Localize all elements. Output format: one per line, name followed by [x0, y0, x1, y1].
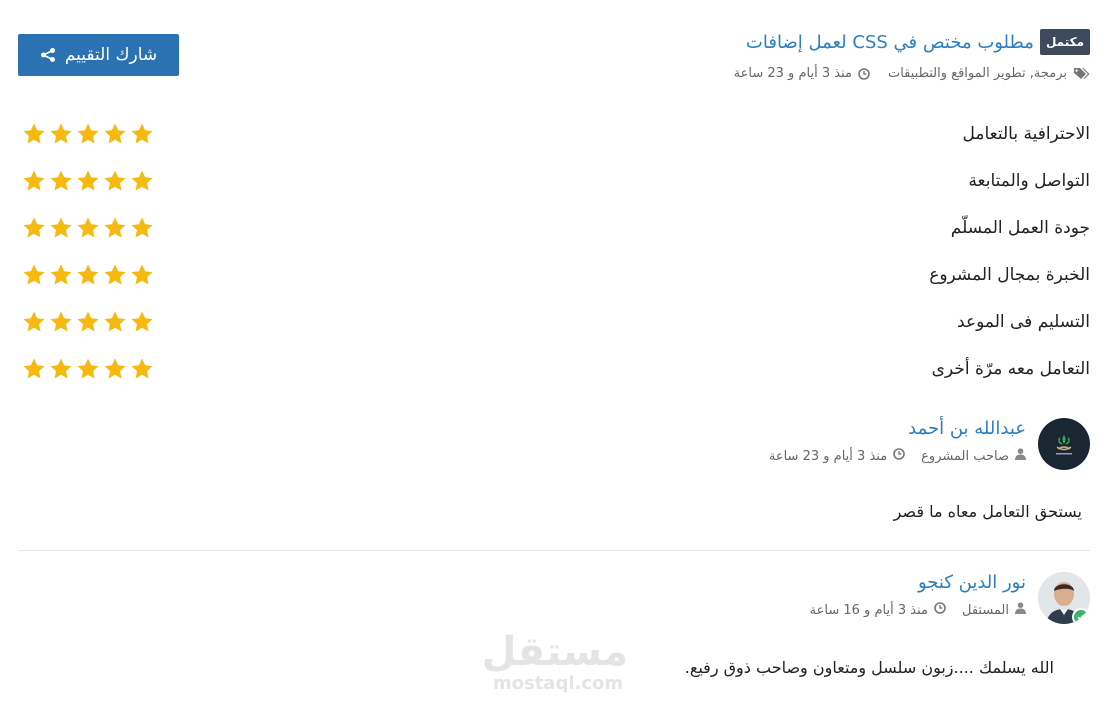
project-title-link[interactable]: مطلوب مختص في CSS لعمل إضافات [746, 32, 1034, 53]
comment-time: منذ 3 أيام و 23 ساعة [768, 448, 888, 464]
star-icon [50, 311, 72, 331]
share-rating-label: شارك التقييم [64, 45, 158, 65]
watermark-url: mostaql.com [492, 673, 624, 694]
star-icon [77, 170, 99, 190]
project-meta: برمجة, تطوير المواقع والتطبيقات منذ 3 أي… [390, 66, 1090, 81]
star-icon [77, 217, 99, 237]
star-icon [77, 264, 99, 284]
comment-text: يستحق التعامل معاه ما قصر [893, 502, 1082, 521]
user-icon [1015, 448, 1026, 464]
rating-row: الخبرة بمجال المشروع [18, 251, 1090, 298]
share-icon [40, 48, 55, 62]
rating-label: التعامل معه مرّة أخرى [931, 358, 1090, 379]
star-icon [23, 217, 45, 237]
rating-criteria: الاحترافية بالتعامل التواصل والمتابعة جو… [18, 110, 1090, 392]
star-icon [23, 123, 45, 143]
clock-icon [858, 67, 870, 80]
star-icon [77, 311, 99, 331]
rating-label: الاحترافية بالتعامل [962, 123, 1090, 144]
star-icon [23, 170, 45, 190]
star-rating [22, 357, 154, 381]
rating-row: التعامل معه مرّة أخرى [18, 345, 1090, 392]
star-icon [50, 217, 72, 237]
star-icon [23, 311, 45, 331]
star-icon [131, 123, 153, 143]
star-icon [131, 264, 153, 284]
star-icon [50, 358, 72, 378]
project-title-row: مكتمل مطلوب مختص في CSS لعمل إضافات [390, 28, 1090, 56]
star-rating [22, 169, 154, 193]
rating-row: الاحترافية بالتعامل [18, 110, 1090, 157]
commenter-role: المستقل [961, 602, 1009, 618]
star-icon [77, 358, 99, 378]
star-icon [50, 123, 72, 143]
star-icon [104, 170, 126, 190]
star-rating [22, 310, 154, 334]
commenter-name-link[interactable]: عبدالله بن أحمد [908, 418, 1026, 439]
rating-row: جودة العمل المسلّم [18, 204, 1090, 251]
star-icon [104, 123, 126, 143]
project-posted-time: منذ 3 أيام و 23 ساعة [733, 66, 852, 81]
user-icon [1015, 602, 1026, 618]
star-icon [104, 264, 126, 284]
star-icon [131, 217, 153, 237]
emblem-icon [1056, 435, 1072, 455]
star-rating [22, 122, 154, 146]
project-header: مكتمل مطلوب مختص في CSS لعمل إضافات برمج… [390, 28, 1090, 81]
rating-label: التسليم فى الموعد [957, 311, 1090, 332]
star-icon [104, 217, 126, 237]
clock-icon [893, 448, 905, 464]
star-icon [131, 358, 153, 378]
comment-client: عبدالله بن أحمد صاحب المشروع منذ 3 أيام … [450, 418, 1090, 521]
watermark-logo: مستقل mostaql.com [481, 629, 628, 694]
comment-time: منذ 3 أيام و 16 ساعة [809, 602, 928, 618]
star-icon [50, 264, 72, 284]
star-icon [104, 311, 126, 331]
clock-icon [934, 602, 946, 618]
star-icon [104, 358, 126, 378]
star-rating [22, 263, 154, 287]
star-icon [23, 358, 45, 378]
avatar[interactable] [1038, 572, 1090, 624]
rating-label: التواصل والمتابعة [968, 170, 1090, 191]
rating-label: الخبرة بمجال المشروع [929, 264, 1090, 285]
share-rating-button[interactable]: شارك التقييم [18, 34, 179, 76]
star-icon [50, 170, 72, 190]
commenter-name-link[interactable]: نور الدين كنجو [918, 572, 1026, 593]
star-rating [22, 216, 154, 240]
star-icon [131, 311, 153, 331]
rating-row: التسليم فى الموعد [18, 298, 1090, 345]
star-icon [77, 123, 99, 143]
watermark-text: مستقل [481, 629, 628, 675]
star-icon [131, 170, 153, 190]
commenter-role: صاحب المشروع [921, 448, 1009, 464]
divider [18, 550, 1090, 551]
project-tags: برمجة, تطوير المواقع والتطبيقات [887, 66, 1067, 81]
tags-icon [1073, 67, 1090, 80]
avatar[interactable] [1038, 418, 1090, 470]
rating-row: التواصل والمتابعة [18, 157, 1090, 204]
star-icon [23, 264, 45, 284]
status-badge: مكتمل [1039, 29, 1090, 55]
verified-badge-icon [1072, 608, 1090, 624]
rating-label: جودة العمل المسلّم [950, 217, 1090, 238]
